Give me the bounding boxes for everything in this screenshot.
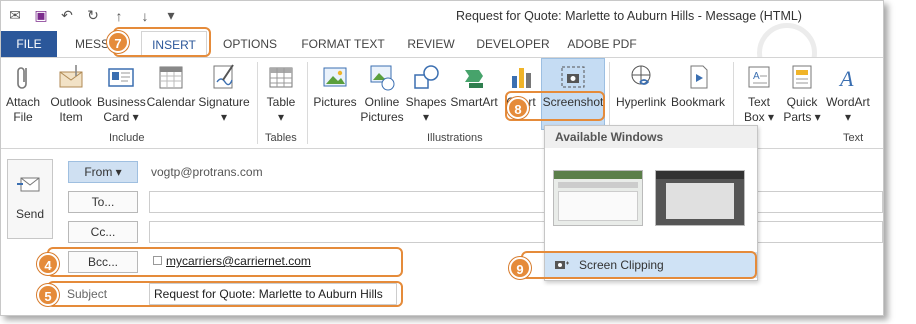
shapes-icon: [414, 65, 439, 89]
table-label: Table ▾: [266, 95, 296, 124]
text-box-icon: A: [748, 66, 770, 88]
callout-badge: 9: [509, 257, 531, 279]
callout-box-subject: [47, 281, 403, 307]
smartart-button[interactable]: SmartArt: [447, 60, 501, 110]
group-text-label: Text: [843, 132, 864, 144]
smartart-label: SmartArt: [450, 95, 498, 109]
svg-text:A: A: [838, 66, 854, 91]
group-tables-label: Tables: [265, 132, 297, 144]
window-thumbnail[interactable]: [553, 170, 643, 226]
calendar-button[interactable]: Calendar: [145, 60, 197, 110]
callout-box-bcc: [47, 247, 403, 277]
online-pictures-label: Online Pictures: [360, 95, 404, 124]
quick-access-toolbar: ✉ ▣ ↶ ↻ ↑ ↓ ▾: [7, 7, 179, 24]
group-include-label: Include: [109, 132, 145, 144]
from-value: vogtp@protrans.com: [151, 165, 263, 179]
available-windows-header: Available Windows: [545, 126, 757, 148]
quick-parts-icon: [792, 65, 812, 89]
screenshot-icon: [561, 66, 585, 88]
attach-file-label: Attach File: [5, 95, 41, 124]
table-icon: [269, 67, 293, 88]
redo-icon[interactable]: ↻: [85, 7, 101, 24]
callout-box-screen-clipping: [521, 251, 757, 279]
calendar-label: Calendar: [146, 95, 196, 109]
send-label: Send: [15, 207, 45, 221]
window-thumbnail[interactable]: [655, 170, 745, 226]
wordart-label: WordArt ▾: [826, 95, 870, 124]
picture-icon: [323, 67, 347, 87]
callout-badge: 5: [37, 284, 59, 306]
tab-adobe-pdf[interactable]: ADOBE PDF: [561, 31, 643, 57]
smartart-icon: [465, 70, 483, 88]
group-separator: [257, 62, 258, 144]
business-card-label: Business Card ▾: [97, 95, 146, 124]
bookmark-button[interactable]: Bookmark: [669, 60, 727, 110]
hyperlink-icon: [631, 65, 651, 85]
calendar-icon: [159, 66, 183, 89]
chart-icon: [512, 68, 531, 88]
signature-icon: [213, 64, 234, 89]
text-box-button[interactable]: A Text Box ▾: [737, 60, 781, 125]
outlook-item-label: Outlook Item: [50, 95, 92, 124]
shapes-button[interactable]: Shapes ▾: [405, 60, 447, 125]
customize-icon[interactable]: ▾: [163, 7, 179, 24]
bookmark-icon: [690, 65, 708, 89]
tab-file[interactable]: FILE: [1, 31, 57, 57]
callout-badge: 4: [37, 253, 59, 275]
callout-badge: 7: [107, 31, 129, 53]
from-button[interactable]: From ▾: [68, 161, 138, 183]
table-button[interactable]: Table ▾: [263, 60, 299, 125]
group-separator: [307, 62, 308, 144]
tab-developer[interactable]: DEVELOPER: [471, 31, 555, 57]
signature-button[interactable]: Signature ▾: [197, 60, 251, 125]
outlook-message-window: ✉ ▣ ↶ ↻ ↑ ↓ ▾ Request for Quote: Marlett…: [0, 0, 884, 316]
quick-parts-label: Quick Parts ▾: [783, 95, 821, 124]
tab-options[interactable]: OPTIONS: [215, 31, 285, 57]
callout-badge: 8: [507, 97, 529, 119]
hyperlink-label: Hyperlink: [615, 95, 666, 109]
attach-file-button[interactable]: Attach File: [5, 60, 41, 125]
hyperlink-button[interactable]: Hyperlink: [613, 60, 669, 110]
business-card-icon: [108, 68, 134, 87]
window-title: Request for Quote: Marlette to Auburn Hi…: [456, 9, 802, 23]
signature-label: Signature ▾: [198, 95, 250, 124]
bookmark-label: Bookmark: [670, 95, 726, 109]
cc-field[interactable]: [149, 221, 883, 243]
text-box-label: Text Box ▾: [743, 95, 775, 124]
wordart-button[interactable]: A WordArt ▾: [823, 60, 873, 125]
online-pictures-button[interactable]: Online Pictures: [359, 60, 405, 125]
to-field[interactable]: [149, 191, 883, 213]
shapes-label: Shapes ▾: [405, 95, 447, 124]
quick-parts-button[interactable]: Quick Parts ▾: [781, 60, 823, 125]
svg-text:A: A: [753, 71, 760, 82]
up-arrow-icon[interactable]: ↑: [111, 8, 127, 24]
business-card-button[interactable]: Business Card ▾: [97, 60, 146, 125]
online-picture-icon: [370, 65, 395, 91]
send-icon: [17, 177, 40, 192]
paperclip-icon: [17, 67, 27, 89]
send-button[interactable]: Send: [7, 159, 53, 239]
cc-button[interactable]: Cc...: [68, 221, 138, 243]
pictures-label: Pictures: [313, 95, 357, 109]
save-icon[interactable]: ▣: [33, 7, 49, 24]
tab-review[interactable]: REVIEW: [401, 31, 461, 57]
down-arrow-icon[interactable]: ↓: [137, 8, 153, 24]
tab-format-text[interactable]: FORMAT TEXT: [295, 31, 391, 57]
mail-icon[interactable]: ✉: [7, 7, 23, 24]
pictures-button[interactable]: Pictures: [311, 60, 359, 110]
undo-icon[interactable]: ↶: [59, 7, 75, 24]
to-button[interactable]: To...: [68, 191, 138, 213]
envelope-clip-icon: [59, 65, 83, 88]
outlook-item-button[interactable]: Outlook Item: [47, 60, 95, 125]
group-illustrations-label: Illustrations: [427, 132, 483, 144]
wordart-icon: A: [838, 66, 854, 91]
